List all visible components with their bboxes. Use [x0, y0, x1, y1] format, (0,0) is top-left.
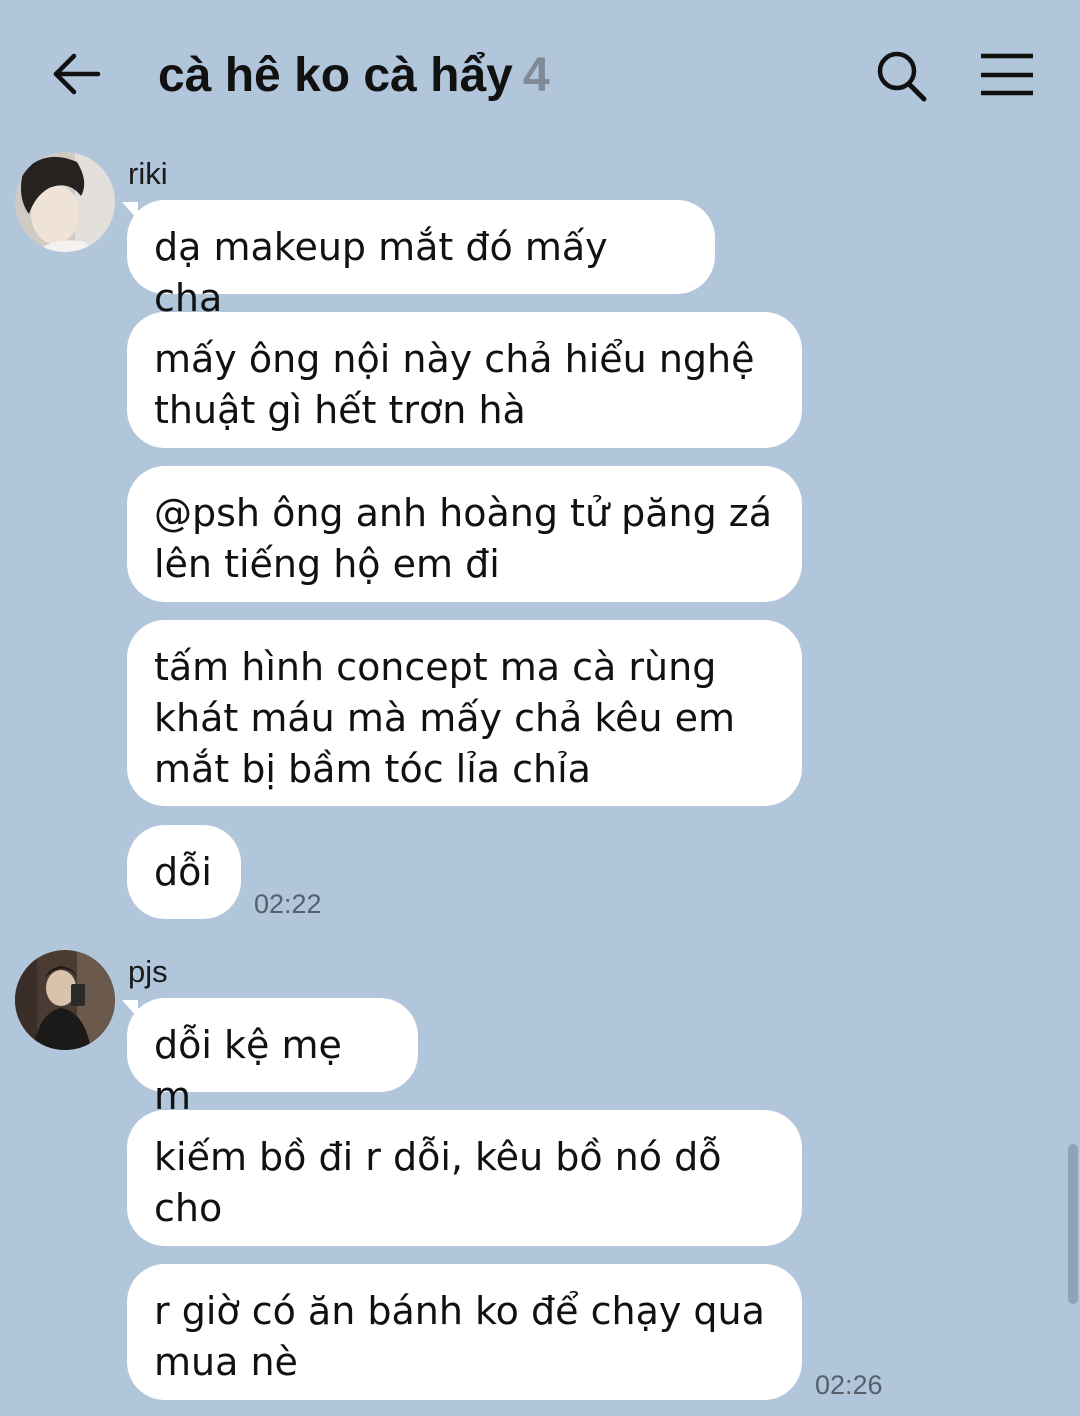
back-arrow-icon [53, 53, 101, 95]
chat-title: cà hê ko cà hẩy 4 [158, 44, 550, 108]
message-time: 02:22 [254, 889, 322, 919]
message-bubble[interactable]: dỗi [127, 825, 241, 919]
message-bubble[interactable]: dạ makeup mắt đó mấy cha [127, 200, 715, 320]
chat-header: cà hê ko cà hẩy 4 [0, 0, 1080, 150]
sender-name: pjs [128, 954, 168, 989]
group-name: cà hê ko cà hẩy [158, 49, 513, 102]
search-icon [877, 51, 927, 102]
scrollbar[interactable] [1068, 1144, 1078, 1304]
menu-button[interactable] [978, 48, 1036, 102]
sender-name: riki [128, 156, 168, 191]
message-bubble[interactable]: tấm hình concept ma cà rùng khát máu mà … [127, 620, 802, 806]
member-count: 4 [522, 49, 550, 102]
back-button[interactable] [46, 46, 106, 106]
message-bubble[interactable]: r giờ có ăn bánh ko để chạy qua mua nè [127, 1264, 802, 1400]
message-time: 02:26 [815, 1370, 883, 1400]
search-button[interactable] [872, 46, 932, 106]
message-bubble[interactable]: @psh ông anh hoàng tử păng zá lên tiếng … [127, 466, 802, 602]
pjs-avatar [15, 950, 115, 1050]
avatar[interactable] [15, 950, 115, 1050]
message-bubble[interactable]: mấy ông nội này chả hiểu nghệ thuật gì h… [127, 312, 802, 448]
menu-icon [981, 53, 1033, 96]
avatar[interactable] [15, 152, 115, 252]
message-bubble[interactable]: kiếm bồ đi r dỗi, kêu bồ nó dỗ cho [127, 1110, 802, 1246]
riki-avatar [15, 152, 115, 252]
message-bubble[interactable]: dỗi kệ mẹ m [127, 998, 418, 1118]
